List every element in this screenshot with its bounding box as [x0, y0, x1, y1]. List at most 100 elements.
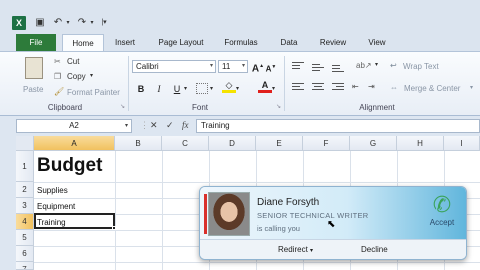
- font-name-combo[interactable]: Calibri ▾: [132, 60, 216, 73]
- tab-data[interactable]: Data: [274, 34, 304, 51]
- column-header-i[interactable]: I: [444, 136, 480, 151]
- row-header-1[interactable]: 1: [16, 151, 34, 182]
- cell-a3[interactable]: Equipment: [37, 202, 75, 211]
- redirect-dropdown-icon: ▾: [310, 248, 314, 254]
- align-left-icon[interactable]: [292, 83, 304, 93]
- row-header-4[interactable]: 4: [16, 214, 34, 230]
- undo-icon[interactable]: ↶: [52, 16, 64, 30]
- cell-a1[interactable]: Budget: [37, 155, 102, 177]
- formula-input[interactable]: Training: [196, 119, 480, 133]
- column-header-d[interactable]: D: [209, 136, 256, 151]
- underline-button[interactable]: U: [170, 83, 184, 96]
- column-header-g[interactable]: G: [350, 136, 397, 151]
- caller-title: SENIOR TECHNICAL WRITER: [257, 211, 369, 220]
- merge-center-label: Merge & Center: [404, 84, 461, 93]
- column-header-b[interactable]: B: [115, 136, 162, 151]
- tab-review[interactable]: Review: [314, 34, 352, 51]
- column-header-e[interactable]: E: [256, 136, 303, 151]
- font-launcher-icon[interactable]: ↘: [276, 103, 281, 110]
- borders-icon[interactable]: [196, 83, 208, 94]
- name-box[interactable]: A2: [16, 119, 132, 133]
- presence-busy-indicator: [204, 194, 207, 234]
- decline-button[interactable]: Decline: [361, 245, 388, 254]
- mouse-pointer-icon: ⬉: [327, 219, 336, 230]
- copy-dropdown-icon[interactable]: ▾: [90, 72, 93, 79]
- save-icon[interactable]: ▣: [34, 16, 46, 30]
- font-color-icon[interactable]: A: [258, 81, 272, 94]
- tab-file[interactable]: File: [16, 34, 56, 51]
- font-size-combo[interactable]: 11 ▾: [218, 60, 248, 73]
- copy-icon: ❐: [54, 72, 62, 81]
- row-header-6[interactable]: 6: [16, 246, 34, 262]
- cell-a2[interactable]: Supplies: [37, 186, 68, 195]
- caller-photo: [208, 192, 250, 236]
- redirect-button[interactable]: Redirect ▾: [278, 245, 313, 254]
- gridline: [162, 151, 163, 270]
- tab-page-layout[interactable]: Page Layout: [152, 34, 210, 51]
- name-box-dropdown-icon[interactable]: ▾: [125, 122, 128, 129]
- customize-toolbar-icon[interactable]: |▾: [98, 16, 110, 30]
- column-header-f[interactable]: F: [303, 136, 350, 151]
- paste-button[interactable]: Paste: [20, 55, 48, 99]
- row-header-5[interactable]: 5: [16, 230, 34, 246]
- orientation-dropdown-icon[interactable]: ▾: [375, 61, 378, 68]
- fill-handle[interactable]: [112, 226, 116, 230]
- redo-dropdown-icon[interactable]: ▾: [88, 16, 96, 30]
- quick-access-toolbar: X ▣ ↶ ▾ ↷ ▾ |▾: [0, 0, 480, 34]
- align-right-icon[interactable]: [332, 83, 344, 93]
- ribbon-home: Paste ✂ Cut ❐ Copy ▾ 🖌 Format Painter Cl…: [0, 51, 480, 116]
- italic-button[interactable]: I: [152, 83, 166, 96]
- excel-logo-icon: X: [12, 16, 26, 30]
- increase-indent-icon[interactable]: ⇥: [368, 82, 375, 91]
- bold-button[interactable]: B: [134, 83, 148, 96]
- row-header-2[interactable]: 2: [16, 182, 34, 198]
- cancel-entry-icon[interactable]: ✕: [150, 120, 158, 131]
- clipboard-icon: [25, 57, 43, 79]
- active-cell-selection: [34, 213, 116, 230]
- tab-view[interactable]: View: [362, 34, 392, 51]
- clipboard-group-label: Clipboard: [47, 103, 83, 112]
- window-edge: [0, 136, 16, 270]
- select-all-button[interactable]: [16, 136, 34, 151]
- merge-center-dropdown-icon: ▾: [470, 85, 474, 91]
- decrease-indent-icon[interactable]: ⇤: [352, 82, 359, 91]
- font-color-dropdown-icon[interactable]: ▾: [272, 85, 275, 92]
- gridline: [115, 151, 116, 270]
- borders-dropdown-icon[interactable]: ▾: [210, 85, 213, 92]
- row-header-7[interactable]: 7: [16, 262, 34, 270]
- accept-label: Accept: [429, 218, 455, 227]
- call-status: is calling you: [257, 224, 300, 233]
- tab-insert[interactable]: Insert: [108, 34, 142, 51]
- paste-label: Paste: [23, 85, 44, 94]
- clipboard-launcher-icon[interactable]: ↘: [120, 103, 125, 110]
- row-header-3[interactable]: 3: [16, 198, 34, 214]
- tab-formulas[interactable]: Formulas: [218, 34, 264, 51]
- formula-grip-icon: ⋮: [140, 120, 149, 130]
- grow-font-button[interactable]: A▲: [251, 60, 265, 74]
- ribbon-separator: [128, 56, 129, 111]
- orientation-icon[interactable]: ab↗: [356, 61, 372, 70]
- undo-dropdown-icon[interactable]: ▾: [64, 16, 72, 30]
- redo-icon[interactable]: ↷: [76, 16, 88, 30]
- confirm-entry-icon[interactable]: ✓: [166, 120, 174, 131]
- insert-function-icon[interactable]: fx: [182, 120, 189, 130]
- shrink-font-button[interactable]: A▼: [264, 61, 278, 74]
- call-header: Diane Forsyth SENIOR TECHNICAL WRITER is…: [200, 187, 466, 239]
- merge-center-icon: ⇔: [390, 83, 398, 92]
- column-header-a[interactable]: A: [34, 136, 115, 151]
- ribbon-tabs: File Home Insert Page Layout Formulas Da…: [0, 34, 480, 51]
- column-header-h[interactable]: H: [397, 136, 444, 151]
- gridline: [34, 262, 480, 263]
- fill-color-dropdown-icon[interactable]: ▾: [236, 85, 239, 92]
- align-center-icon[interactable]: [312, 83, 324, 93]
- fill-color-icon[interactable]: ◇: [222, 81, 236, 94]
- alignment-group-label: Alignment: [359, 103, 395, 112]
- underline-dropdown-icon[interactable]: ▾: [184, 85, 187, 92]
- align-top-icon[interactable]: [292, 62, 304, 72]
- tab-home[interactable]: Home: [62, 34, 104, 51]
- align-bottom-icon[interactable]: [332, 65, 344, 75]
- align-middle-icon[interactable]: [312, 64, 324, 74]
- accept-button[interactable]: ✆ Accept: [422, 192, 462, 236]
- font-group-label: Font: [191, 103, 208, 112]
- column-header-c[interactable]: C: [162, 136, 209, 151]
